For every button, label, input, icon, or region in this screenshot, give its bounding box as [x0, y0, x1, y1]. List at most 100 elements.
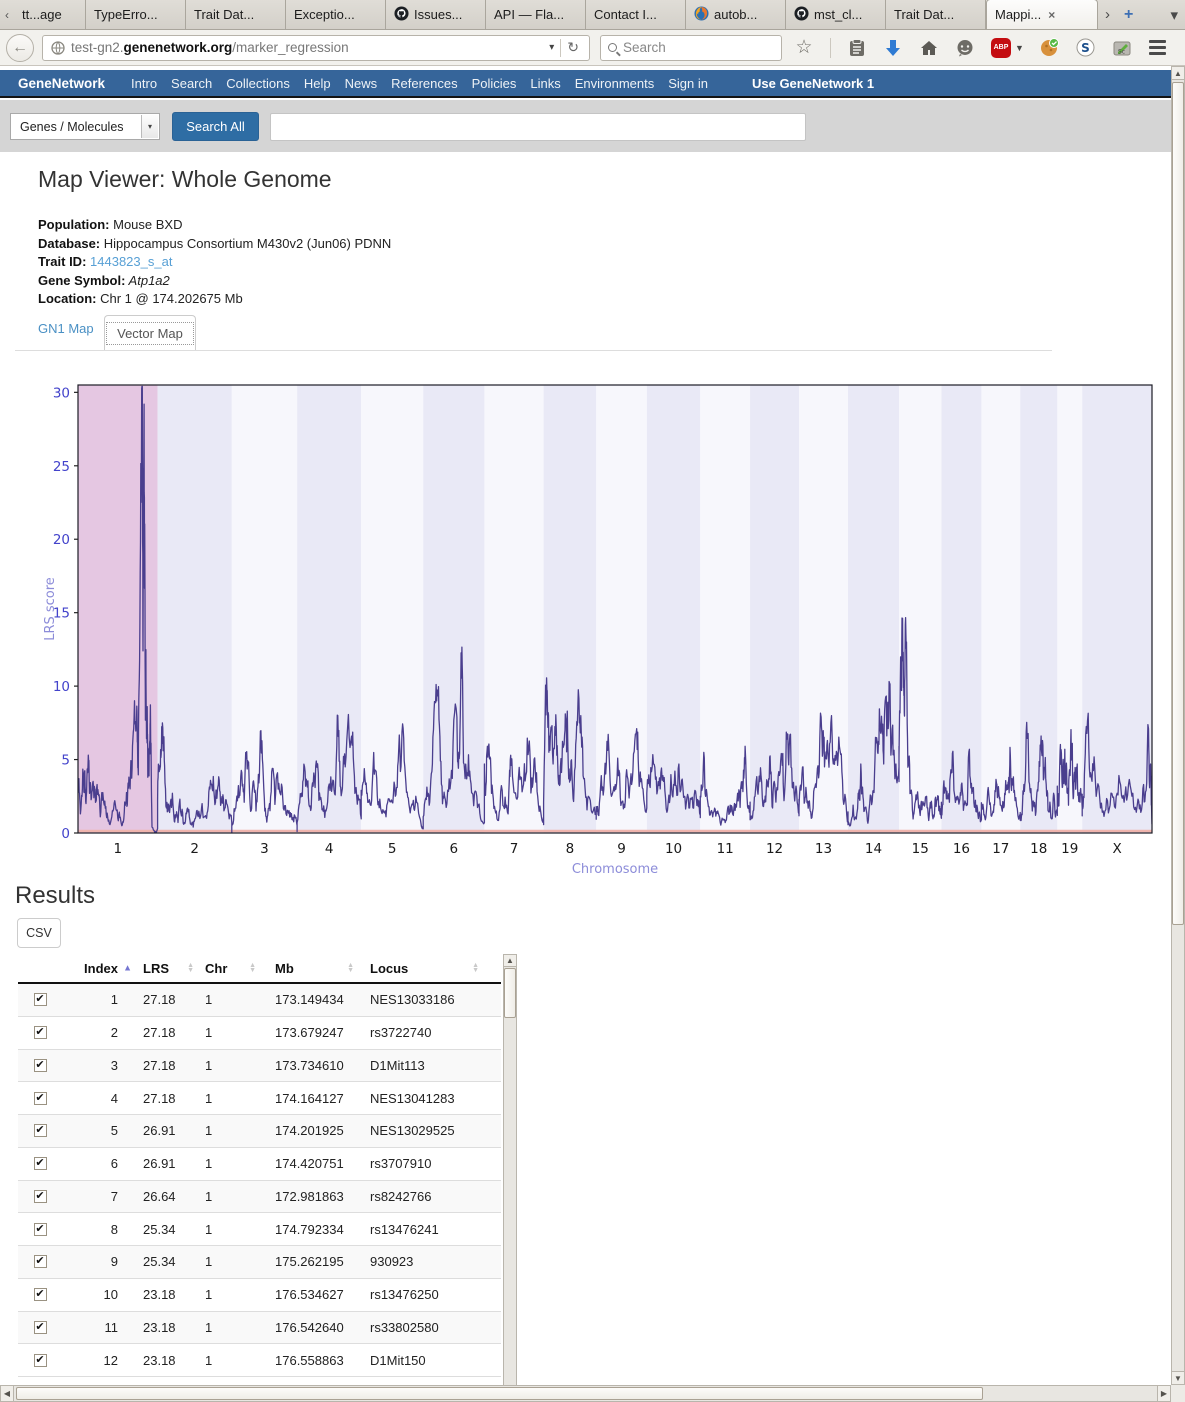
browser-tab-2[interactable]: TypeErro... [86, 0, 186, 29]
adblock-plus-icon[interactable]: ABP [991, 38, 1011, 58]
cell-chr: 1 [198, 1222, 260, 1237]
column-header-index[interactable]: Index▲ [62, 961, 136, 976]
scroll-right-icon[interactable]: ▶ [1157, 1385, 1171, 1402]
url-path: /marker_regression [232, 40, 348, 55]
column-header-locus[interactable]: Locus▲▼ [358, 961, 483, 976]
nav-item-help[interactable]: Help [304, 76, 331, 91]
tab-gn1-map[interactable]: GN1 Map [38, 321, 94, 336]
row-checkbox[interactable]: ✔ [34, 1255, 47, 1268]
meta-value-link[interactable]: 1443823_s_at [86, 254, 172, 269]
genenetwork-navbar: GeneNetwork Intro Search Collections Help Ne… [0, 70, 1171, 98]
browser-tab-7[interactable]: Contact I... [586, 0, 686, 29]
cookie-manager-icon[interactable] [1040, 38, 1060, 58]
browser-tab-10[interactable]: Trait Dat... [886, 0, 986, 29]
tab-label: TypeErro... [94, 7, 158, 22]
row-checkbox[interactable]: ✔ [34, 1026, 47, 1039]
back-button[interactable]: ← [6, 34, 34, 62]
svg-text:20: 20 [53, 532, 70, 548]
cell-chr: 1 [198, 1156, 260, 1171]
row-checkbox[interactable]: ✔ [34, 1288, 47, 1301]
svg-text:LRS score: LRS score [43, 577, 58, 641]
browser-horizontal-scrollbar[interactable]: ◀ ▶ [0, 1385, 1171, 1402]
cell-mb: 174.201925 [260, 1123, 358, 1138]
search-category-select[interactable]: Genes / Molecules ▾ [10, 113, 160, 140]
scroll-up-icon[interactable]: ▲ [1171, 66, 1185, 80]
adblock-dropdown-icon[interactable]: ▼ [1015, 43, 1024, 53]
vertical-scrollbar-thumb[interactable] [1172, 82, 1184, 925]
scroll-down-icon[interactable]: ▼ [1171, 1371, 1185, 1385]
browser-vertical-scrollbar[interactable]: ▲ ▼ [1171, 66, 1185, 1385]
browser-tab-11[interactable]: Mappi...× [986, 0, 1098, 29]
browser-search-field[interactable]: Search [600, 35, 782, 61]
sort-icons: ▲▼ [187, 963, 194, 973]
scroll-left-icon[interactable]: ◀ [0, 1385, 14, 1402]
svg-text:9: 9 [617, 841, 626, 857]
cell-index: 4 [62, 1091, 136, 1106]
horizontal-scrollbar-thumb[interactable] [16, 1387, 983, 1400]
row-checkbox-cell: ✔ [18, 1059, 62, 1072]
bookmark-star-icon[interactable]: ☆ [794, 38, 814, 58]
row-checkbox[interactable]: ✔ [34, 1223, 47, 1236]
brand-genenetwork[interactable]: GeneNetwork [18, 76, 105, 91]
row-checkbox[interactable]: ✔ [34, 1354, 47, 1367]
nav-item-search[interactable]: Search [171, 76, 212, 91]
reload-icon[interactable]: ↻ [561, 39, 585, 56]
nav-item-references[interactable]: References [391, 76, 457, 91]
row-checkbox[interactable]: ✔ [34, 1124, 47, 1137]
nav-item-intro[interactable]: Intro [131, 76, 157, 91]
tab-scroll-right-icon[interactable]: › [1098, 0, 1117, 29]
cell-mb: 176.558863 [260, 1353, 358, 1368]
tab-vector-map[interactable]: Vector Map [104, 315, 196, 351]
tab-list-button[interactable]: ▾ [1163, 0, 1185, 29]
table-scroll-up-icon[interactable]: ▲ [503, 954, 517, 967]
cell-index: 7 [62, 1189, 136, 1204]
nav-item-collections[interactable]: Collections [226, 76, 290, 91]
row-checkbox[interactable]: ✔ [34, 1157, 47, 1170]
browser-tab-3[interactable]: Trait Dat... [186, 0, 286, 29]
url-dropdown-icon[interactable]: ▾ [543, 42, 560, 53]
search-all-button[interactable]: Search All [172, 112, 259, 141]
url-domain: genenetwork.org [124, 40, 233, 55]
row-checkbox[interactable]: ✔ [34, 993, 47, 1006]
meta-row-3: Trait ID: 1443823_s_at [38, 253, 391, 272]
url-bar[interactable]: test-gn2.genenetwork.org/marker_regressi… [42, 35, 590, 61]
csv-button[interactable]: CSV [17, 918, 61, 948]
global-search-input[interactable] [270, 113, 806, 141]
downloads-icon[interactable] [883, 38, 903, 58]
nav-use-genenetwork1[interactable]: Use GeneNetwork 1 [752, 76, 874, 91]
browser-tab-9[interactable]: mst_cl... [786, 0, 886, 29]
column-header-lrs[interactable]: LRS▲▼ [136, 961, 198, 976]
home-icon[interactable] [919, 38, 939, 58]
trait-metadata: Population: Mouse BXDDatabase: Hippocamp… [38, 216, 391, 309]
screengrab-icon[interactable]: Sc [1112, 38, 1132, 58]
table-scrollbar[interactable]: ▲ ▼ [503, 954, 517, 1385]
cell-mb: 174.420751 [260, 1156, 358, 1171]
browser-tab-1[interactable]: tt...age [14, 0, 86, 29]
column-header-chr[interactable]: Chr▲▼ [198, 961, 260, 976]
browser-tab-8[interactable]: autob... [686, 0, 786, 29]
browser-tab-4[interactable]: Exceptio... [286, 0, 386, 29]
cell-locus: NES13033186 [358, 992, 483, 1007]
table-scrollbar-thumb[interactable] [504, 968, 516, 1018]
tab-scroll-left-icon[interactable]: ‹ [0, 0, 14, 29]
new-tab-button[interactable]: + [1117, 0, 1140, 29]
nav-item-sign-in[interactable]: Sign in [668, 76, 708, 91]
browser-tab-6[interactable]: API — Fla... [486, 0, 586, 29]
svg-text:8: 8 [566, 841, 575, 857]
nav-item-policies[interactable]: Policies [472, 76, 517, 91]
tab-close-icon[interactable]: × [1048, 8, 1055, 22]
cell-locus: rs33802580 [358, 1320, 483, 1335]
row-checkbox[interactable]: ✔ [34, 1092, 47, 1105]
nav-item-links[interactable]: Links [530, 76, 560, 91]
browser-tab-5[interactable]: Issues... [386, 0, 486, 29]
column-header-mb[interactable]: Mb▲▼ [260, 961, 358, 976]
row-checkbox[interactable]: ✔ [34, 1321, 47, 1334]
chat-icon[interactable] [955, 38, 975, 58]
nav-item-news[interactable]: News [345, 76, 378, 91]
bookmarks-menu-icon[interactable] [847, 38, 867, 58]
stylish-icon[interactable]: S [1076, 38, 1096, 58]
row-checkbox[interactable]: ✔ [34, 1059, 47, 1072]
nav-item-environments[interactable]: Environments [575, 76, 654, 91]
row-checkbox[interactable]: ✔ [34, 1190, 47, 1203]
menu-icon[interactable] [1148, 38, 1168, 58]
